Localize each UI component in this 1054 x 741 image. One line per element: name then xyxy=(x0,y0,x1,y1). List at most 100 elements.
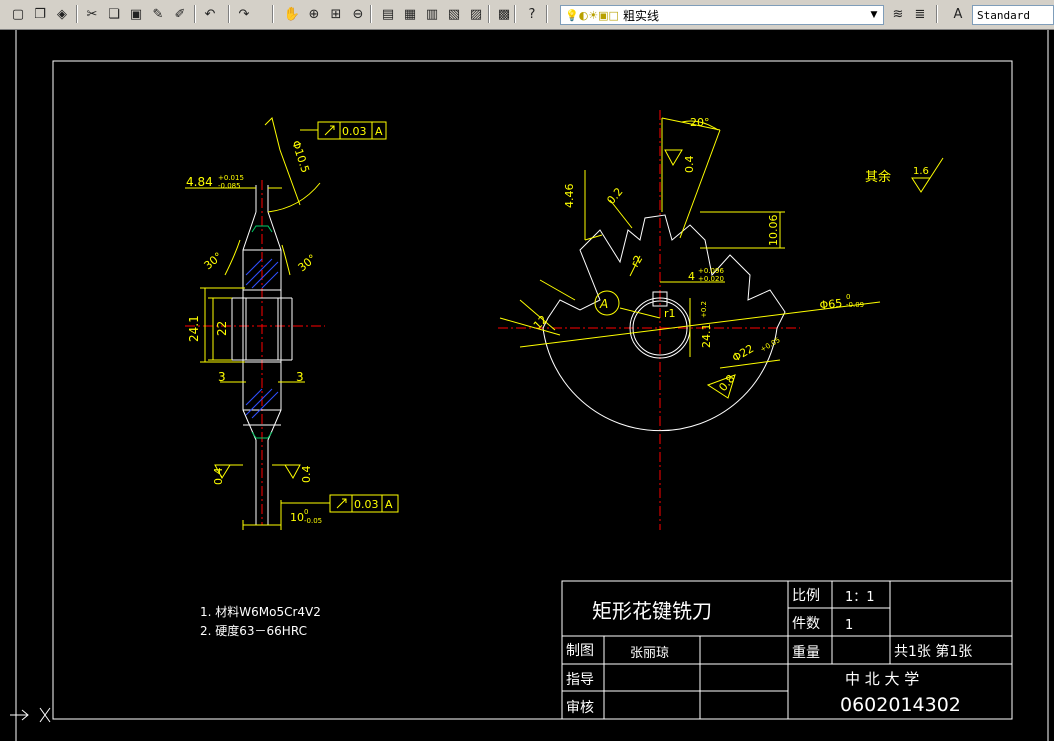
datum-a-circle: A xyxy=(599,297,608,311)
toolbar-separator xyxy=(194,5,196,23)
angle-30-left: 30° xyxy=(202,250,225,272)
toolbar-separator xyxy=(488,5,490,23)
toolbar-separator xyxy=(370,5,372,23)
drawn-by-name: 张丽琼 xyxy=(630,646,669,661)
dim-10-tol-upper: 0 xyxy=(304,508,308,516)
layer-status-icons: 💡◐☀▣□ xyxy=(565,8,619,22)
dim-phi-22-tol: +0.05 xyxy=(759,336,782,354)
roughness-0-4-top: 0.4 xyxy=(683,156,696,174)
angle-30-right: 30° xyxy=(296,252,319,274)
tool-palette-icon[interactable]: ▥ xyxy=(422,4,442,24)
dim-phi-65: Φ65 xyxy=(819,297,843,312)
dim-0-2: 0.2 xyxy=(604,185,625,207)
count-value: 1 xyxy=(845,618,853,633)
title-block-text: 矩形花键铣刀 比例 1：1 件数 1 重量 共1张 第1张 制图 张丽琼 指导 … xyxy=(566,588,972,716)
redo-icon[interactable]: ↷ xyxy=(234,4,254,24)
copy-icon[interactable]: ❏ xyxy=(104,4,124,24)
toolbar-separator xyxy=(228,5,230,23)
dim-24-1-left: 24.1 xyxy=(187,315,201,342)
review-label: 审核 xyxy=(566,700,594,716)
zoom-previous-icon[interactable]: ⊖ xyxy=(348,4,368,24)
datum-a-top: A xyxy=(375,125,383,138)
design-center-icon[interactable]: ▦ xyxy=(400,4,420,24)
radius-r2: r2 xyxy=(628,253,645,269)
sheet-count: 共1张 第1张 xyxy=(894,643,972,660)
sheet-set-icon[interactable]: ▧ xyxy=(444,4,464,24)
new-icon[interactable]: ▢ xyxy=(8,4,28,24)
dim-phi-10-5: Φ10.5 xyxy=(289,139,312,175)
count-label: 件数 xyxy=(792,616,820,632)
student-number: 0602014302 xyxy=(840,694,961,716)
dim-22: 22 xyxy=(215,321,229,336)
scale-label: 比例 xyxy=(792,588,820,604)
brush-icon[interactable]: ✐ xyxy=(170,4,190,24)
dim-4-46: 4.46 xyxy=(563,184,576,209)
zoom-realtime-icon[interactable]: ⊕ xyxy=(304,4,324,24)
dim-4: 4 xyxy=(688,270,695,283)
standard-toolbar: ▢ ❐ ◈ ✂ ❏ ▣ ✎ ✐ ↶ ↷ ✋ ⊕ ⊞ ⊖ ▤ ▦ ▥ ▧ ▨ ▩? 💡◐☀▣□ 粗实线 ▼ ≋ ≣ A … xyxy=(0,0,1054,30)
dim-phi-22: Φ22 xyxy=(730,342,756,365)
layer-manager-icon[interactable]: ≋ xyxy=(888,4,908,24)
dim-10-06: 10.06 xyxy=(767,215,780,247)
radius-r1: r1 xyxy=(664,307,676,320)
layer-name: 粗实线 xyxy=(622,8,659,23)
dim-4-84-tol-upper: +0.015 xyxy=(218,174,244,182)
text-style-name: Standard xyxy=(977,8,1030,22)
properties-icon[interactable]: ▤ xyxy=(378,4,398,24)
roughness-other-label: 其余 xyxy=(865,169,891,185)
dim-24-1-tol: +0.2 xyxy=(700,301,708,318)
dim-10-tol-lower: -0.05 xyxy=(304,517,322,525)
note-material: 1. 材料W6Mo5Cr4V2 xyxy=(200,605,321,619)
drawing-title: 矩形花键铣刀 xyxy=(592,599,712,623)
dim-4-tol-lower: +0.020 xyxy=(698,275,724,283)
cut-icon[interactable]: ✂ xyxy=(82,4,102,24)
datum-a-bottom: A xyxy=(385,498,393,511)
angle-20: 20° xyxy=(690,116,710,129)
roughness-value: 1.6 xyxy=(913,166,929,177)
dim-12: 12 xyxy=(531,313,550,332)
text-style-icon[interactable]: A xyxy=(948,4,968,24)
guide-label: 指导 xyxy=(566,672,594,688)
note-hardness: 2. 硬度63－66HRC xyxy=(200,623,307,638)
scale-value: 1：1 xyxy=(845,590,875,605)
paste-icon[interactable]: ▣ xyxy=(126,4,146,24)
layer-previous-icon[interactable]: ≣ xyxy=(910,4,930,24)
front-view: 20° 0.4 4.46 0.2 10.06 r2 4 +0.096 +0.02… xyxy=(498,110,881,530)
text-style-combo[interactable]: Standard xyxy=(972,5,1054,25)
toolbar-separator xyxy=(936,5,938,23)
drawing-frame xyxy=(52,60,1013,720)
toolbar-separator xyxy=(76,5,78,23)
dim-3-left: 3 xyxy=(218,370,226,384)
toolbar-separator xyxy=(272,5,274,23)
layer-combo[interactable]: 💡◐☀▣□ 粗实线 ▼ xyxy=(560,5,884,25)
roughness-0-4-right: 0.4 xyxy=(300,466,313,484)
zoom-window-icon[interactable]: ⊞ xyxy=(326,4,346,24)
tolerance-value-top: 0.03 xyxy=(342,125,367,138)
chevron-down-icon[interactable]: ▼ xyxy=(867,8,881,22)
toolbar-separator xyxy=(514,5,516,23)
toolbar-separator xyxy=(546,5,548,23)
weight-label: 重量 xyxy=(792,645,820,661)
side-section-view: 4.84 +0.015 -0.085 Φ10.5 0.03 A 30° 30° … xyxy=(185,117,399,530)
matchprop-icon[interactable]: ✎ xyxy=(148,4,168,24)
calculator-icon[interactable]: ▩ xyxy=(494,4,514,24)
dim-4-84-tol-lower: -0.085 xyxy=(218,182,241,190)
help-icon[interactable]: ? xyxy=(522,4,542,24)
cad-drawing: 4.84 +0.015 -0.085 Φ10.5 0.03 A 30° 30° … xyxy=(10,30,1049,741)
undo-icon[interactable]: ↶ xyxy=(200,4,220,24)
save-icon[interactable]: ◈ xyxy=(52,4,72,24)
pan-icon[interactable]: ✋ xyxy=(282,4,302,24)
open-icon[interactable]: ❐ xyxy=(30,4,50,24)
dim-4-tol-upper: +0.096 xyxy=(698,267,724,275)
dim-phi-65-tol-lower: -0.09 xyxy=(846,301,864,309)
technical-notes: 1. 材料W6Mo5Cr4V2 2. 硬度63－66HRC xyxy=(200,605,321,638)
dim-10: 10 xyxy=(290,511,304,524)
dim-24-1-right: 24.1 xyxy=(700,324,713,349)
markup-icon[interactable]: ▨ xyxy=(466,4,486,24)
dim-phi-65-tol-upper: 0 xyxy=(846,293,850,301)
drawing-canvas[interactable]: 4.84 +0.015 -0.085 Φ10.5 0.03 A 30° 30° … xyxy=(0,30,1054,741)
school-name: 中 北 大 学 xyxy=(845,670,919,688)
roughness-note: 其余 1.6 xyxy=(865,157,944,193)
dim-4-84: 4.84 xyxy=(186,175,213,189)
drawn-by-label: 制图 xyxy=(566,643,594,659)
